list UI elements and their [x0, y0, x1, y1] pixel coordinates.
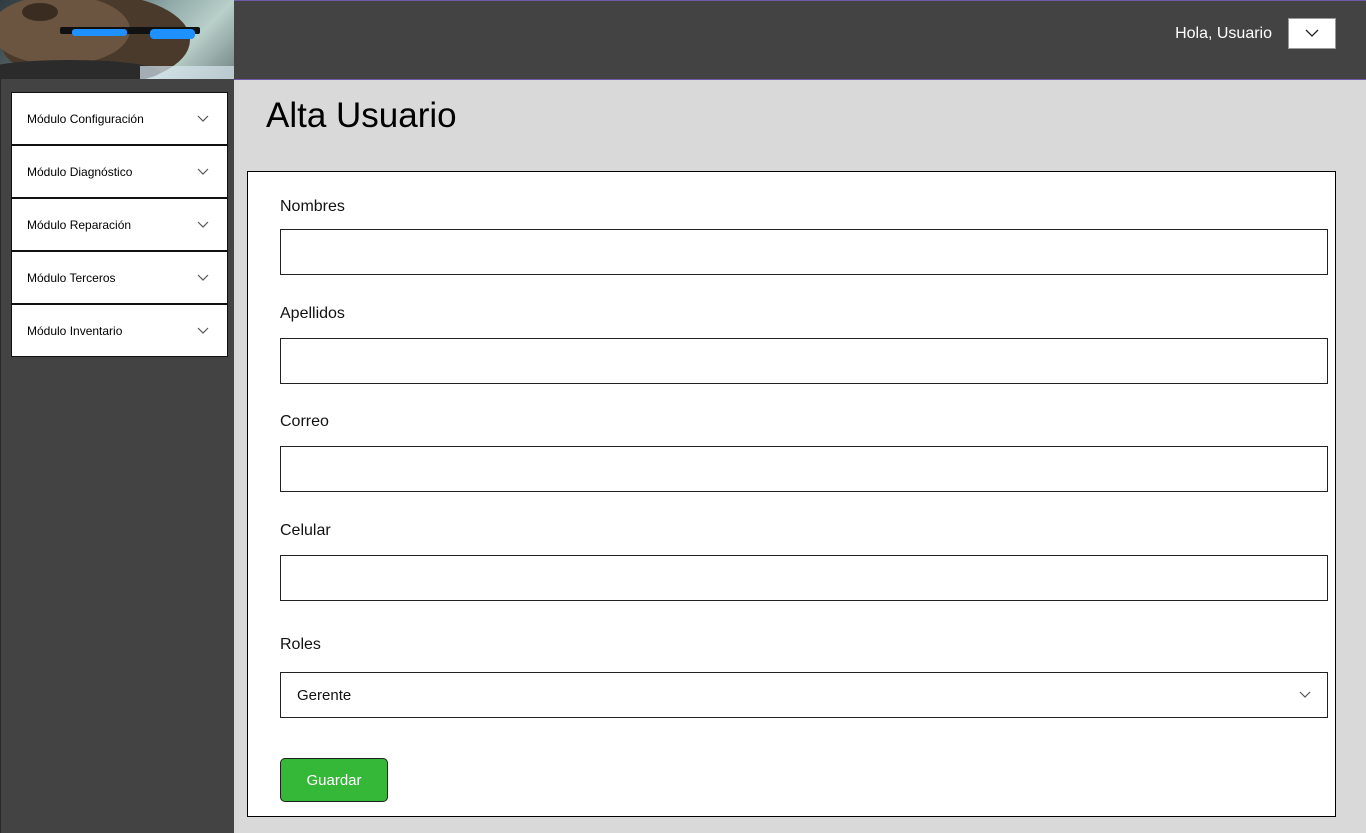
roles-label: Roles: [280, 636, 321, 653]
page-title: Alta Usuario: [266, 96, 457, 135]
roles-select[interactable]: Gerente: [280, 672, 1328, 718]
sidebar-item-label: Módulo Configuración: [27, 111, 144, 126]
chevron-down-icon: [1305, 29, 1319, 37]
chevron-down-icon: [197, 327, 209, 334]
correo-input[interactable]: [280, 446, 1328, 492]
celular-label: Celular: [280, 522, 331, 539]
nombres-label: Nombres: [280, 198, 345, 215]
user-menu-button[interactable]: [1288, 18, 1336, 49]
chevron-down-icon: [197, 168, 209, 175]
top-bar: Hola, Usuario: [234, 0, 1366, 80]
sidebar-item-diagnostico[interactable]: Módulo Diagnóstico: [11, 145, 228, 198]
sidebar-item-label: Módulo Terceros: [27, 270, 116, 285]
chevron-down-icon: [197, 274, 209, 281]
sidebar-item-label: Módulo Diagnóstico: [27, 164, 133, 179]
nombres-input[interactable]: [280, 229, 1328, 275]
app-logo: [0, 0, 234, 79]
capybara-logo-image: [0, 0, 234, 79]
sidebar-item-label: Módulo Inventario: [27, 323, 123, 338]
sidebar-item-reparacion[interactable]: Módulo Reparación: [11, 198, 228, 251]
sidebar-item-label: Módulo Reparación: [27, 217, 132, 232]
chevron-down-icon: [1299, 691, 1311, 698]
celular-input[interactable]: [280, 555, 1328, 601]
user-form: Nombres Apellidos Correo Celular Roles G…: [247, 171, 1336, 817]
sidebar: Módulo Configuración Módulo Diagnóstico …: [0, 79, 234, 833]
correo-label: Correo: [280, 413, 329, 430]
sidebar-item-configuracion[interactable]: Módulo Configuración: [11, 92, 228, 145]
save-button[interactable]: Guardar: [280, 758, 388, 802]
roles-selected-value: Gerente: [297, 686, 352, 704]
user-greeting: Hola, Usuario: [1175, 25, 1272, 42]
apellidos-input[interactable]: [280, 338, 1328, 384]
apellidos-label: Apellidos: [280, 305, 345, 322]
sidebar-item-inventario[interactable]: Módulo Inventario: [11, 304, 228, 357]
chevron-down-icon: [197, 221, 209, 228]
sidebar-item-terceros[interactable]: Módulo Terceros: [11, 251, 228, 304]
chevron-down-icon: [197, 115, 209, 122]
